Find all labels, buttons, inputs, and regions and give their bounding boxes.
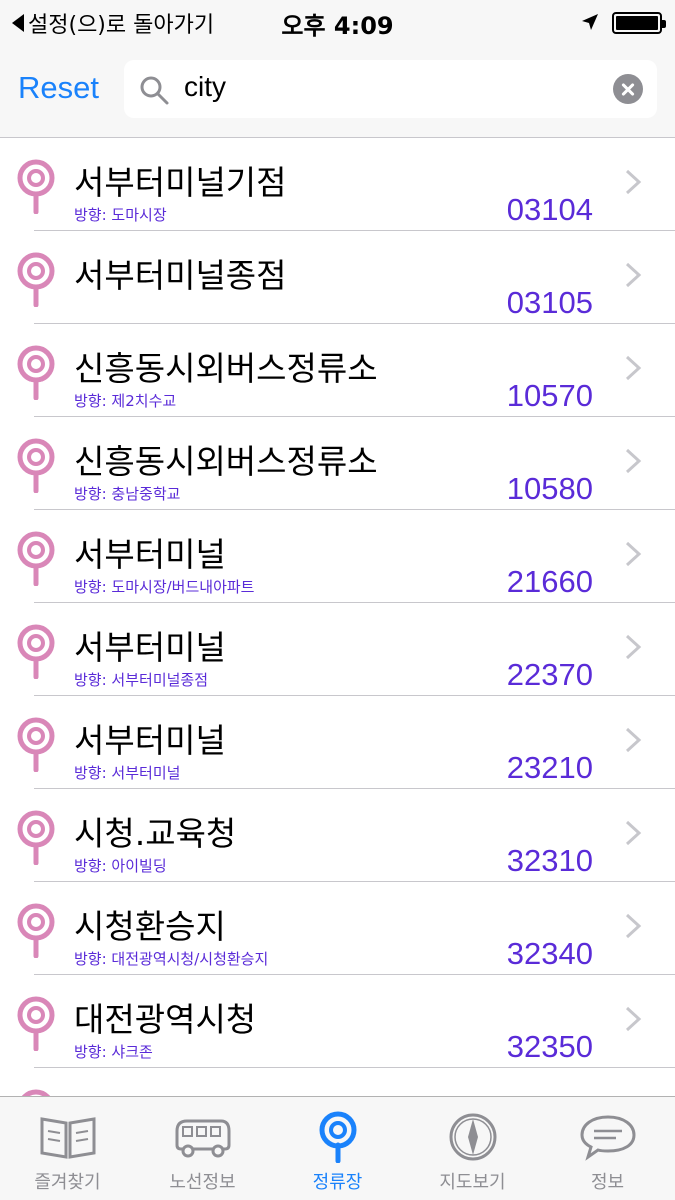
stop-name: 신흥동시외버스정류소 xyxy=(74,349,378,388)
chevron-right-icon xyxy=(625,727,642,753)
tab-book[interactable]: 즐겨찾기 xyxy=(0,1097,135,1200)
compass-icon xyxy=(449,1113,496,1161)
tab-speech-bubble[interactable]: 정보 xyxy=(540,1097,675,1200)
stop-pin-icon xyxy=(17,438,55,493)
chevron-right-icon xyxy=(625,1006,642,1032)
stop-pin-icon xyxy=(17,996,55,1051)
stop-id: 03104 xyxy=(506,192,593,227)
stop-name: 시청환승지 xyxy=(74,907,226,946)
stop-row[interactable]: 서부터미널방향: 서부터미널 23210 xyxy=(0,696,675,789)
stop-name: 신흥동시외버스정류소 xyxy=(74,442,378,481)
stop-direction: 방향: 아이빌딩 xyxy=(74,857,167,875)
tab-compass[interactable]: 지도보기 xyxy=(405,1097,540,1200)
chevron-right-icon xyxy=(625,913,642,939)
stop-row[interactable]: 서부터미널종점 03105 xyxy=(0,231,675,324)
stop-pin-icon xyxy=(17,717,55,772)
search-icon xyxy=(140,76,169,105)
stop-name: 서부터미널 xyxy=(74,721,226,760)
stop-row[interactable]: 시청환승지방향: 대전광역시청/시청환승지 32340 xyxy=(0,882,675,975)
stop-direction: 방향: 서부터미널 xyxy=(74,764,181,782)
status-time: 오후 4:09 xyxy=(281,12,394,40)
search-input[interactable] xyxy=(184,71,584,103)
tab-label: 정보 xyxy=(590,1172,625,1193)
stop-list[interactable]: 서부터미널기점방향: 도마시장 03104 서부터미널종점 03105 신흥동시외버스정… xyxy=(0,138,675,1096)
stop-id: 21660 xyxy=(506,564,593,599)
stop-name: 시청환승지 xyxy=(74,1086,226,1096)
stop-pin-icon xyxy=(17,252,55,307)
stop-direction: 방향: 대전광역시청/시청환승지 xyxy=(74,950,269,968)
stop-id: 03105 xyxy=(506,285,593,320)
search-field[interactable] xyxy=(124,60,657,118)
stop-id: 10580 xyxy=(506,471,593,506)
book-icon xyxy=(40,1117,95,1159)
chevron-right-icon xyxy=(625,262,642,288)
stop-name: 서부터미널종점 xyxy=(74,256,287,295)
stop-row[interactable]: 시청환승지 xyxy=(0,1068,675,1096)
stop-id: 32340 xyxy=(506,936,593,971)
location-arrow-icon xyxy=(582,14,598,30)
stop-name: 서부터미널 xyxy=(74,628,226,667)
stop-row[interactable]: 신흥동시외버스정류소방향: 제2치수교 10570 xyxy=(0,324,675,417)
battery-icon xyxy=(612,12,666,34)
stop-name: 대전광역시청 xyxy=(74,1000,257,1039)
stop-pin-icon xyxy=(17,624,55,679)
stop-row[interactable]: 서부터미널방향: 서부터미널종점 22370 xyxy=(0,603,675,696)
tab-bar: 즐겨찾기 노선정보 정류장 지도보기 정보 xyxy=(0,1096,675,1200)
chevron-right-icon xyxy=(625,820,642,846)
stop-id: 32310 xyxy=(506,843,593,878)
stop-id: 23210 xyxy=(506,750,593,785)
stop-row[interactable]: 서부터미널기점방향: 도마시장 03104 xyxy=(0,138,675,231)
stop-direction: 방향: 샤크존 xyxy=(74,1043,153,1061)
stop-name: 서부터미널 xyxy=(74,535,226,574)
stop-row[interactable]: 대전광역시청방향: 샤크존 32350 xyxy=(0,975,675,1068)
chevron-right-icon xyxy=(625,169,642,195)
stop-direction: 방향: 서부터미널종점 xyxy=(74,671,209,689)
reset-button[interactable]: Reset xyxy=(18,70,99,106)
stop-pin-icon xyxy=(17,903,55,958)
status-bar: 설정(으)로 돌아가기 오후 4:09 xyxy=(0,0,675,42)
stop-row[interactable]: 시청.교육청방향: 아이빌딩 32310 xyxy=(0,789,675,882)
stop-name: 서부터미널기점 xyxy=(74,163,287,202)
stop-direction: 방향: 제2치수교 xyxy=(74,392,177,410)
stop-pin-icon xyxy=(17,159,55,214)
stop-name: 시청.교육청 xyxy=(74,814,237,853)
chevron-right-icon xyxy=(625,634,642,660)
tab-label: 정류장 xyxy=(312,1172,363,1193)
clear-search-icon[interactable] xyxy=(613,74,643,104)
tab-label: 노선정보 xyxy=(169,1172,236,1193)
bus-icon xyxy=(175,1119,230,1158)
chevron-right-icon xyxy=(625,541,642,567)
tab-label: 즐겨찾기 xyxy=(34,1172,101,1193)
tab-bus[interactable]: 노선정보 xyxy=(135,1097,270,1200)
stop-direction: 방향: 도마시장/버드내아파트 xyxy=(74,578,255,596)
search-bar: Reset xyxy=(0,42,675,138)
chevron-right-icon xyxy=(625,355,642,381)
stop-row[interactable]: 신흥동시외버스정류소방향: 충남중학교 10580 xyxy=(0,417,675,510)
stop-id: 32350 xyxy=(506,1029,593,1064)
stop-direction: 방향: 도마시장 xyxy=(74,206,167,224)
stop-pin-icon xyxy=(17,810,55,865)
stop-pin-icon xyxy=(17,345,55,400)
stop-row[interactable]: 서부터미널방향: 도마시장/버드내아파트 21660 xyxy=(0,510,675,603)
stop-pin-icon xyxy=(319,1111,356,1163)
stop-id: 22370 xyxy=(506,657,593,692)
stop-direction: 방향: 충남중학교 xyxy=(74,485,181,503)
tab-label: 지도보기 xyxy=(439,1172,506,1193)
stop-pin-icon xyxy=(17,531,55,586)
speech-bubble-icon xyxy=(579,1115,636,1161)
stop-id: 10570 xyxy=(506,378,593,413)
chevron-right-icon xyxy=(625,448,642,474)
tab-stop-pin[interactable]: 정류장 xyxy=(270,1097,405,1200)
stop-pin-icon xyxy=(21,1089,51,1096)
